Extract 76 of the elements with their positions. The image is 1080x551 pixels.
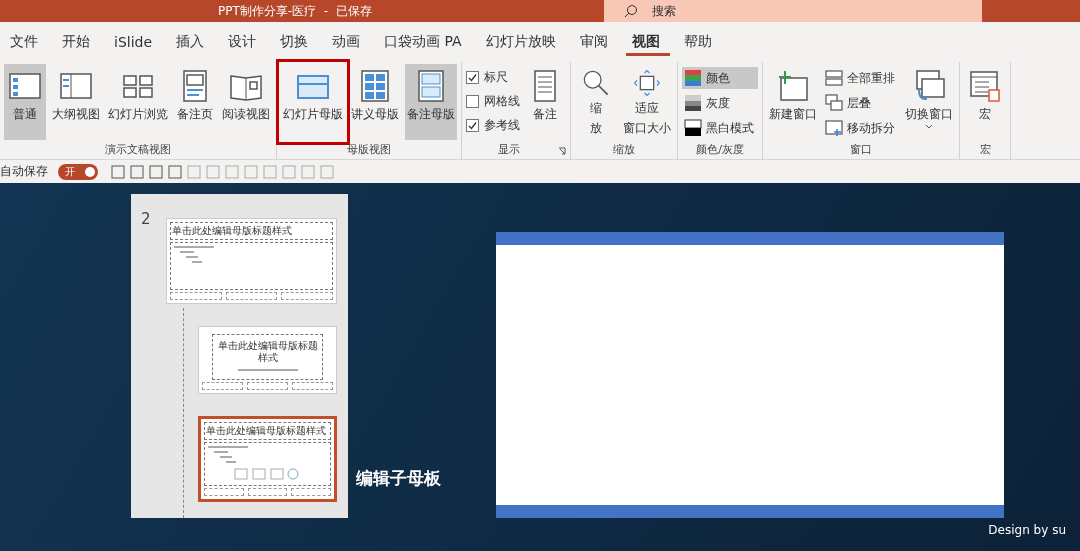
move-split-icon bbox=[825, 119, 843, 137]
ribbon-tab[interactable]: 切换 bbox=[274, 28, 319, 56]
ribbon-button[interactable]: 适应 窗口大小 bbox=[621, 64, 673, 140]
search-icon bbox=[624, 4, 638, 18]
group-label: 宏 bbox=[978, 142, 992, 158]
autosave-label: 自动保存 bbox=[0, 163, 48, 180]
ribbon-button[interactable]: 备注母版 bbox=[405, 64, 457, 140]
footer-placeholder bbox=[170, 292, 222, 300]
ribbon-button[interactable]: 宏 bbox=[964, 64, 1006, 140]
slide-title: 单击此处编辑母版标题样式 bbox=[204, 422, 331, 440]
group-label: 缩放 bbox=[612, 142, 636, 158]
slide-number: 2 bbox=[141, 210, 151, 228]
group-label: 颜色/灰度 bbox=[695, 142, 745, 158]
ribbon-tab[interactable]: 插入 bbox=[170, 28, 215, 56]
credit-text: Design by su bbox=[988, 523, 1066, 537]
ribbon-button[interactable]: 阅读视图 bbox=[220, 64, 272, 140]
ribbon-button[interactable]: 备注 bbox=[524, 64, 566, 140]
ribbon-button[interactable]: 黑白模式 bbox=[682, 117, 758, 139]
slide-title: 单击此处编辑母版标题样式 bbox=[170, 222, 333, 240]
group-label: 母版视图 bbox=[346, 142, 392, 158]
ribbon-button[interactable]: 缩 放 bbox=[575, 64, 617, 140]
footer-placeholder bbox=[247, 488, 288, 496]
color-swatch-icon bbox=[684, 69, 702, 87]
ribbon-tab[interactable]: 文件 bbox=[4, 28, 48, 56]
caption: 编辑子母板 bbox=[356, 467, 441, 490]
ribbon-button[interactable]: 层叠 bbox=[823, 92, 899, 114]
footer-placeholder bbox=[291, 488, 331, 496]
checkbox-label: 网格线 bbox=[484, 93, 520, 110]
ribbon-tab[interactable]: 帮助 bbox=[677, 28, 722, 56]
ribbon-button[interactable]: 幻灯片浏览 bbox=[106, 64, 170, 140]
window-title: PPT制作分享-医疗 - 已保存 bbox=[218, 2, 373, 20]
ribbon-button[interactable]: 讲义母版 bbox=[349, 64, 401, 140]
autosave-toggle[interactable]: 开 bbox=[58, 163, 98, 180]
monochrome-swatch-icon bbox=[684, 119, 702, 137]
footer-placeholder bbox=[225, 292, 278, 300]
checkbox-label: 参考线 bbox=[484, 117, 520, 134]
footer-placeholder bbox=[281, 292, 333, 300]
slide-thumbnail[interactable]: 单击此处编辑母版标题样式 bbox=[198, 416, 337, 502]
ribbon-button[interactable]: 移动拆分 bbox=[823, 117, 899, 139]
slide-thumbnail[interactable]: 单击此处编辑母版标题样式 bbox=[198, 326, 337, 394]
footer-placeholder bbox=[204, 488, 244, 496]
ribbon-tab[interactable]: 口袋动画 PA bbox=[378, 28, 472, 56]
ribbon-button[interactable]: 全部重排 bbox=[823, 67, 899, 89]
ribbon-tab[interactable]: 设计 bbox=[222, 28, 267, 56]
ribbon-button[interactable]: 大纲视图 bbox=[50, 64, 102, 140]
footer-placeholder bbox=[292, 382, 333, 390]
ribbon-tab[interactable]: 幻灯片放映 bbox=[479, 28, 566, 56]
grayscale-swatch-icon bbox=[684, 94, 702, 112]
ribbon-button[interactable]: 普通 bbox=[4, 64, 46, 140]
cascade-icon bbox=[825, 94, 843, 112]
group-label: 演示文稿视图 bbox=[104, 142, 172, 158]
checkbox-label: 标尺 bbox=[484, 69, 508, 86]
dialog-launcher-icon[interactable] bbox=[558, 147, 566, 155]
group-label: 显示 bbox=[497, 142, 521, 158]
checkbox[interactable] bbox=[466, 119, 479, 132]
ribbon-tab[interactable]: 动画 bbox=[326, 28, 371, 56]
group-label: 窗口 bbox=[849, 142, 873, 158]
ribbon-tab[interactable]: 视图 bbox=[625, 28, 670, 56]
ribbon-button[interactable]: 灰度 bbox=[682, 92, 758, 114]
ribbon-button[interactable]: 备注页 bbox=[174, 64, 216, 140]
footer-placeholder bbox=[202, 382, 243, 390]
search-field[interactable]: 搜索 bbox=[604, 0, 982, 22]
ribbon-button[interactable]: 切换窗口 bbox=[903, 64, 955, 140]
checkbox[interactable] bbox=[466, 95, 479, 108]
checkbox[interactable] bbox=[466, 71, 479, 84]
ribbon-button[interactable]: 新建窗口 bbox=[767, 64, 819, 140]
ribbon-button[interactable]: 颜色 bbox=[682, 67, 758, 89]
ribbon-button[interactable]: 幻灯片母版 bbox=[281, 64, 345, 140]
ribbon-tab[interactable]: 审阅 bbox=[573, 28, 618, 56]
ribbon-tab[interactable]: 开始 bbox=[56, 28, 100, 56]
footer-placeholder bbox=[247, 382, 288, 390]
macros-icon bbox=[967, 68, 1003, 104]
arrange-all-icon bbox=[825, 69, 843, 87]
slide-title: 单击此处编辑母版标题样式 bbox=[216, 339, 319, 365]
ribbon-tab[interactable]: iSlide bbox=[108, 29, 163, 55]
slide-thumbnail[interactable]: 单击此处编辑母版标题样式 bbox=[166, 218, 337, 304]
